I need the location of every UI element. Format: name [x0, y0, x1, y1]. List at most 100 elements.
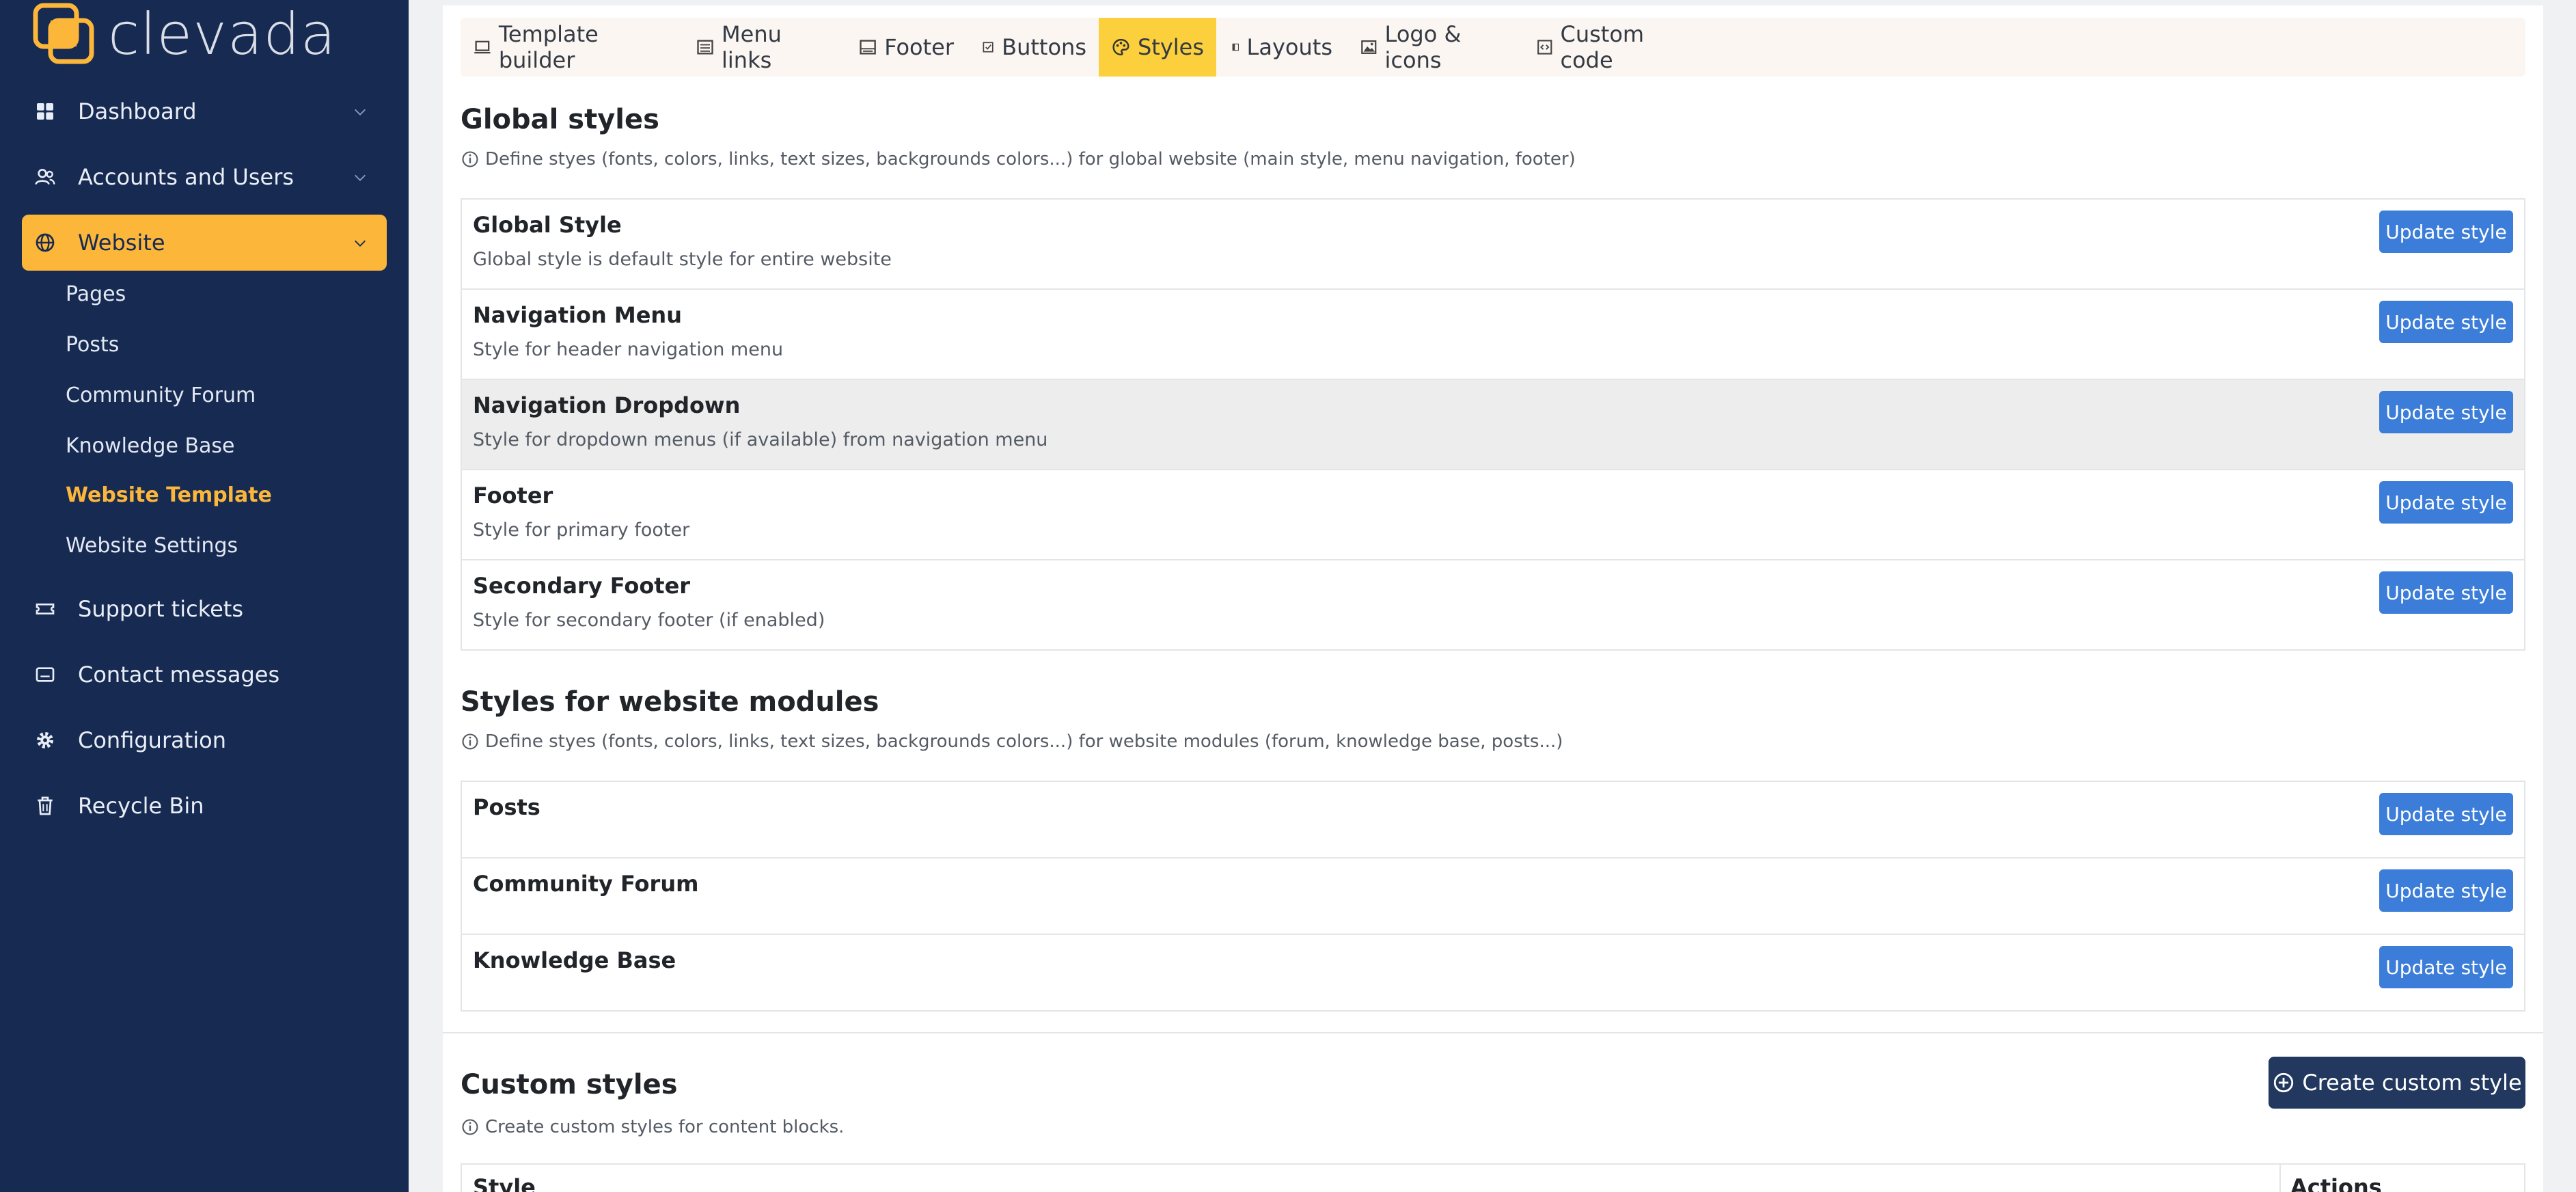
sidebar-item-label: Website [78, 230, 165, 256]
layout-icon [1232, 43, 1239, 51]
row-title: Navigation Menu [473, 302, 682, 328]
logo-mark-icon [33, 3, 96, 66]
tab-logo-icons[interactable]: Logo & icons [1347, 18, 1521, 77]
global-styles-list: Global Style Global style is default sty… [461, 198, 2525, 651]
menu-links-icon [697, 40, 713, 55]
custom-styles-description: Create custom styles for content blocks. [461, 1117, 844, 1137]
globe-icon [33, 230, 57, 255]
column-header-style: Style [473, 1174, 536, 1192]
update-style-button[interactable]: Update style [2379, 391, 2513, 433]
row-subtitle: Style for dropdown menus (if available) … [473, 429, 1048, 450]
module-styles-title: Styles for website modules [461, 686, 879, 718]
row-subtitle: Style for header navigation menu [473, 339, 784, 360]
image-icon [1361, 40, 1377, 54]
tab-label: Menu links [722, 21, 782, 73]
sidebar-subitem-posts[interactable]: Posts [66, 328, 119, 362]
description-text: Define styes (fonts, colors, links, text… [485, 731, 1563, 752]
sidebar-item-website[interactable]: Website [22, 215, 387, 271]
sidebar-item-label: Support tickets [78, 596, 243, 622]
message-icon [33, 662, 57, 687]
list-item: Community Forum Update style [462, 858, 2524, 935]
sidebar-item-label: Recycle Bin [78, 793, 204, 819]
tab-template-builder[interactable]: Template builder [461, 18, 681, 77]
update-style-button[interactable]: Update style [2379, 793, 2513, 835]
tab-label: Layouts [1246, 34, 1332, 60]
checkbox-icon [983, 42, 994, 53]
tab-layouts[interactable]: Layouts [1219, 18, 1345, 77]
sidebar-subitem-pages[interactable]: Pages [66, 277, 126, 312]
footer-icon [860, 40, 876, 55]
module-styles-list: Posts Update style Community Forum Updat… [461, 781, 2525, 1012]
tab-label: Custom code [1560, 21, 1645, 73]
tab-label: Styles [1137, 34, 1204, 60]
sidebar-item-contact-messages[interactable]: Contact messages [22, 647, 387, 703]
tab-buttons[interactable]: Buttons [969, 18, 1099, 77]
update-style-button[interactable]: Update style [2379, 571, 2513, 614]
info-icon [462, 151, 478, 167]
palette-icon [1112, 38, 1129, 56]
update-style-button[interactable]: Update style [2379, 211, 2513, 253]
trash-icon [33, 794, 57, 818]
tab-custom-code[interactable]: Custom code [1524, 18, 1695, 77]
list-item: Global Style Global style is default sty… [462, 200, 2524, 290]
gear-icon [33, 728, 57, 753]
global-styles-title: Global styles [461, 104, 659, 135]
sidebar: clevada Dashboard Accounts and Users Web… [0, 0, 409, 1192]
sidebar-item-label: Dashboard [78, 98, 197, 124]
sidebar-item-dashboard[interactable]: Dashboard [22, 83, 387, 139]
list-item: Navigation Dropdown Style for dropdown m… [462, 380, 2524, 470]
custom-styles-title: Custom styles [461, 1069, 678, 1100]
sidebar-item-accounts[interactable]: Accounts and Users [22, 149, 387, 205]
create-custom-style-button[interactable]: Create custom style [2269, 1057, 2525, 1109]
row-title: Global Style [473, 212, 622, 238]
sidebar-subitem-website-settings[interactable]: Website Settings [66, 529, 238, 563]
row-subtitle: Style for secondary footer (if enabled) [473, 610, 825, 631]
row-subtitle: Global style is default style for entire… [473, 249, 892, 270]
sidebar-item-configuration[interactable]: Configuration [22, 712, 387, 768]
column-header-actions: Actions [2290, 1174, 2382, 1192]
custom-styles-table-header: Style Actions [461, 1163, 2525, 1192]
list-item: Navigation Menu Style for header navigat… [462, 290, 2524, 380]
laptop-icon [474, 40, 491, 54]
tab-styles[interactable]: Styles [1099, 18, 1216, 77]
sidebar-subitem-website-template[interactable]: Website Template [66, 478, 272, 513]
module-styles-description: Define styes (fonts, colors, links, text… [461, 731, 1563, 752]
update-style-button[interactable]: Update style [2379, 481, 2513, 524]
tab-footer[interactable]: Footer [846, 18, 966, 77]
users-icon [33, 165, 57, 189]
chevron-down-icon [355, 174, 366, 181]
code-icon [1537, 40, 1552, 55]
ticket-icon [33, 597, 57, 621]
brand-name: clevada [108, 1, 337, 68]
row-title: Community Forum [473, 871, 699, 897]
template-tabs: Template builder Menu links Footer Butto… [461, 18, 2525, 77]
list-item: Footer Style for primary footer Update s… [462, 470, 2524, 560]
tab-label: Logo & icons [1384, 21, 1462, 73]
tab-menu-links[interactable]: Menu links [683, 18, 843, 77]
sidebar-item-support-tickets[interactable]: Support tickets [22, 581, 387, 637]
row-title: Secondary Footer [473, 573, 691, 599]
info-icon [462, 1119, 478, 1135]
row-title: Navigation Dropdown [473, 392, 741, 418]
dashboard-icon [33, 99, 57, 124]
tab-label: Buttons [1002, 34, 1086, 60]
sidebar-subitem-community-forum[interactable]: Community Forum [66, 379, 256, 413]
info-icon [462, 733, 478, 750]
column-divider [2279, 1165, 2281, 1192]
sidebar-item-label: Contact messages [78, 662, 280, 688]
sidebar-item-label: Accounts and Users [78, 164, 294, 190]
row-title: Footer [473, 483, 553, 509]
global-styles-description: Define styes (fonts, colors, links, text… [461, 149, 1576, 170]
row-title: Knowledge Base [473, 947, 676, 973]
sidebar-item-recycle-bin[interactable]: Recycle Bin [22, 778, 387, 834]
update-style-button[interactable]: Update style [2379, 301, 2513, 343]
update-style-button[interactable]: Update style [2379, 946, 2513, 988]
section-divider [443, 1032, 2543, 1033]
description-text: Create custom styles for content blocks. [485, 1117, 845, 1137]
update-style-button[interactable]: Update style [2379, 869, 2513, 912]
brand-logo[interactable]: clevada [33, 3, 336, 66]
sidebar-subitem-knowledge-base[interactable]: Knowledge Base [66, 429, 235, 463]
row-title: Posts [473, 794, 540, 820]
button-label: Create custom style [2302, 1070, 2522, 1096]
plus-circle-icon [2274, 1072, 2294, 1093]
